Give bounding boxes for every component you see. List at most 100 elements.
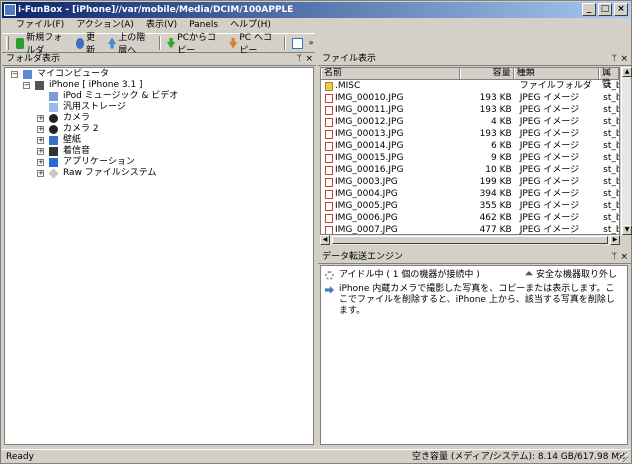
- toolbar-overflow-icon[interactable]: »: [307, 34, 315, 52]
- expand-icon[interactable]: +: [37, 137, 44, 144]
- scroll-up-icon[interactable]: ▲: [622, 67, 632, 77]
- cell-attr: st_bl: [603, 225, 619, 235]
- scroll-left-icon[interactable]: ◀: [320, 235, 330, 245]
- horizontal-scrollbar[interactable]: ◀ ▶: [320, 235, 620, 245]
- scroll-thumb[interactable]: [332, 236, 608, 244]
- cell-attr: st_bl: [603, 105, 619, 115]
- pin-icon[interactable]: ᛘ: [612, 53, 617, 66]
- tree-label: iPhone [ iPhone 3.1 ]: [49, 80, 143, 90]
- expand-icon[interactable]: +: [37, 126, 44, 133]
- close-icon[interactable]: ×: [620, 251, 628, 264]
- table-row[interactable]: IMG_00016.JPG 10 KB JPEG イメージ st_bl: [321, 164, 619, 176]
- file-name: IMG_0006.JPG: [335, 213, 398, 223]
- resize-grip[interactable]: [618, 452, 628, 462]
- tree-node-ipod[interactable]: iPod ミュージック & ビデオ: [5, 91, 313, 102]
- scroll-down-icon[interactable]: ▼: [622, 225, 632, 235]
- up-level-button[interactable]: 上の階層へ: [104, 33, 157, 56]
- table-row[interactable]: IMG_0004.JPG 394 KB JPEG イメージ st_bl: [321, 188, 619, 200]
- cell-size: 10 KB: [485, 165, 512, 175]
- cell-type: JPEG イメージ: [519, 93, 580, 103]
- tree-node-iphone[interactable]: − iPhone [ iPhone 3.1 ]: [5, 80, 313, 91]
- pin-icon[interactable]: ᛘ: [297, 53, 302, 66]
- tree-node-camera[interactable]: + カメラ: [5, 113, 313, 124]
- tree-label: Raw ファイルシステム: [63, 168, 157, 178]
- expand-icon[interactable]: +: [37, 148, 44, 155]
- cell-name: IMG_0007.JPG: [321, 224, 460, 234]
- eject-icon: [524, 271, 533, 276]
- file-name: IMG_0003.JPG: [335, 177, 398, 187]
- close-button[interactable]: ×: [614, 3, 628, 16]
- camera-icon: [49, 125, 58, 134]
- expand-icon[interactable]: +: [37, 159, 44, 166]
- cell-name: IMG_00016.JPG: [321, 164, 460, 176]
- scroll-right-icon[interactable]: ▶: [610, 235, 620, 245]
- table-row[interactable]: IMG_00010.JPG 193 KB JPEG イメージ st_bl: [321, 92, 619, 104]
- copy-from-pc-button[interactable]: PCからコピー: [163, 33, 225, 56]
- phone-icon: [35, 81, 44, 90]
- table-row[interactable]: IMG_00012.JPG 4 KB JPEG イメージ st_bl: [321, 116, 619, 128]
- collapse-icon[interactable]: −: [23, 82, 30, 89]
- table-row[interactable]: IMG_0006.JPG 462 KB JPEG イメージ st_bl: [321, 212, 619, 224]
- file-list-header: 名前 容量 種類 属性: [321, 68, 619, 89]
- tree-node-camera-2[interactable]: + カメラ 2: [5, 124, 313, 135]
- pin-icon[interactable]: ᛘ: [612, 251, 617, 264]
- cell-attr: st_bl: [603, 117, 619, 127]
- tree-node-raw-filesystem[interactable]: + Raw ファイルシステム: [5, 168, 313, 179]
- column-size[interactable]: 容量: [460, 68, 514, 79]
- status-bar: Ready 空き容量 (メディア/システム): 8.14 GB/617.98 M…: [2, 449, 630, 463]
- tree-label: アプリケーション: [63, 157, 135, 167]
- table-row[interactable]: IMG_00014.JPG 6 KB JPEG イメージ st_bl: [321, 140, 619, 152]
- cell-type: JPEG イメージ: [519, 117, 580, 127]
- table-row[interactable]: IMG_00013.JPG 193 KB JPEG イメージ st_bl: [321, 128, 619, 140]
- vertical-scrollbar[interactable]: ▲ ▼: [621, 67, 632, 235]
- cell-attr: st_bl: [603, 93, 619, 103]
- tree-node-my-computer[interactable]: − マイコンピュータ: [5, 69, 313, 80]
- tree-node-ringtone[interactable]: + 着信音: [5, 146, 313, 157]
- image-file-icon: [325, 141, 333, 151]
- close-icon[interactable]: ×: [305, 53, 313, 66]
- cell-size: 193 KB: [479, 93, 512, 103]
- refresh-button[interactable]: 更新: [72, 33, 104, 56]
- tree-node-wallpaper[interactable]: + 壁紙: [5, 135, 313, 146]
- transfer-panel: アイドル中 ( 1 個の機器が接続中 ) 安全な機器取り外し iPhone 内蔵…: [320, 265, 628, 445]
- transfer-pane: データ転送エンジン ᛘ × アイドル中 ( 1 個の機器が接続中 ) 安全な機器…: [318, 251, 631, 447]
- column-name[interactable]: 名前: [321, 68, 461, 79]
- table-row[interactable]: IMG_0005.JPG 355 KB JPEG イメージ st_bl: [321, 200, 619, 212]
- expand-icon[interactable]: +: [37, 115, 44, 122]
- table-row[interactable]: .MISC ファイルフォルダ st_bl: [321, 80, 619, 92]
- toolbar-separator: [158, 36, 161, 50]
- maximize-button[interactable]: □: [598, 3, 612, 16]
- window-title: i-FunBox - [iPhone]//var/mobile/Media/DC…: [18, 5, 294, 15]
- column-attr[interactable]: 属性: [599, 68, 619, 89]
- cell-name: IMG_0006.JPG: [321, 212, 460, 224]
- minimize-button[interactable]: _: [582, 3, 596, 16]
- table-row[interactable]: IMG_0007.JPG 477 KB JPEG イメージ st_bl: [321, 224, 619, 235]
- copy-to-pc-button[interactable]: PC へコピー: [225, 33, 282, 56]
- calendar-button[interactable]: [288, 34, 307, 52]
- file-name: IMG_00011.JPG: [335, 105, 404, 115]
- column-type[interactable]: 種類: [513, 68, 600, 79]
- tree-node-storage[interactable]: 汎用ストレージ: [5, 102, 313, 113]
- cell-name: .MISC: [321, 80, 460, 92]
- apps-icon: [49, 158, 58, 167]
- close-icon[interactable]: ×: [620, 53, 628, 66]
- cell-size: 355 KB: [479, 201, 512, 211]
- cell-type: ファイルフォルダ: [519, 81, 592, 91]
- file-name: IMG_00012.JPG: [335, 117, 404, 127]
- table-row[interactable]: IMG_0003.JPG 199 KB JPEG イメージ st_bl: [321, 176, 619, 188]
- title-bar: i-FunBox - [iPhone]//var/mobile/Media/DC…: [2, 2, 630, 18]
- toolbar-grip[interactable]: [6, 36, 9, 50]
- cell-size: 9 KB: [491, 153, 512, 163]
- new-folder-button[interactable]: 新規フォルダ: [12, 33, 72, 56]
- file-pane-title: ファイル表示: [322, 54, 377, 64]
- safe-remove-button[interactable]: 安全な機器取り外し: [524, 269, 617, 281]
- collapse-icon[interactable]: −: [11, 71, 18, 78]
- image-file-icon: [325, 153, 333, 163]
- folder-pane: フォルダ表示 ᛘ × − マイコンピュータ − iPhone [ iPhone …: [2, 53, 316, 447]
- table-row[interactable]: IMG_00011.JPG 193 KB JPEG イメージ st_bl: [321, 104, 619, 116]
- tree-node-apps[interactable]: + アプリケーション: [5, 157, 313, 168]
- table-row[interactable]: IMG_00015.JPG 9 KB JPEG イメージ st_bl: [321, 152, 619, 164]
- expand-icon[interactable]: +: [37, 170, 44, 177]
- image-file-icon: [325, 165, 333, 175]
- file-name: IMG_00010.JPG: [335, 93, 404, 103]
